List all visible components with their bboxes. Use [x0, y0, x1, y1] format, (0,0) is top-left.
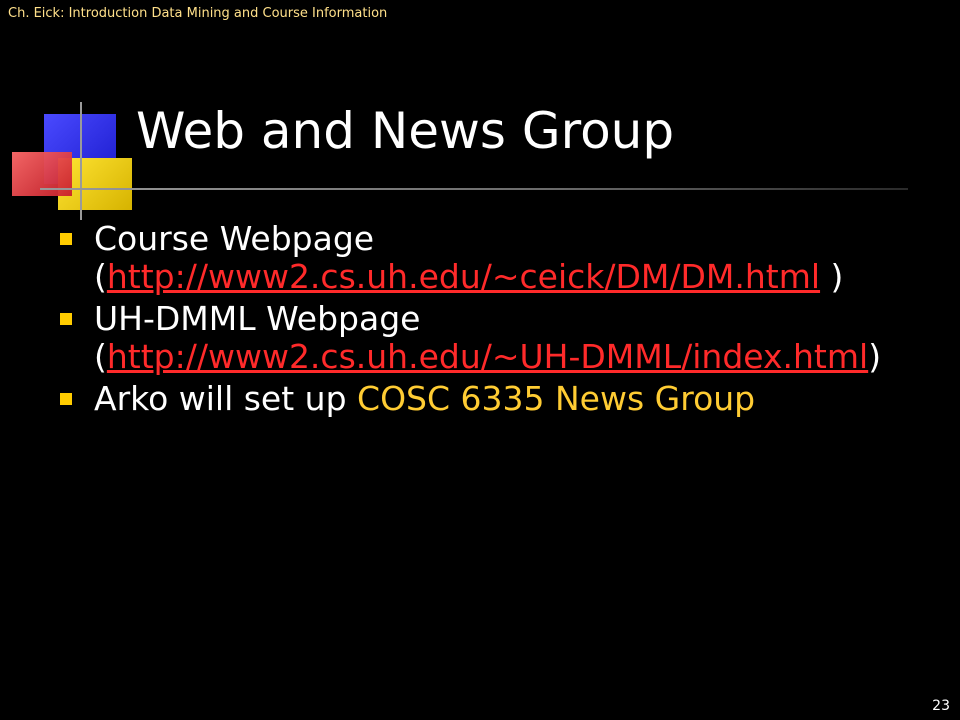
vertical-divider [80, 102, 82, 220]
slide-title: Web and News Group [136, 102, 675, 160]
square-bullet-icon [60, 393, 72, 405]
paren-open: ( [94, 257, 107, 296]
bullet-news-group: Arko will set up COSC 6335 News Group [58, 380, 938, 418]
dmml-webpage-link[interactable]: http://www2.cs.uh.edu/~UH-DMML/index.htm… [107, 337, 868, 376]
square-bullet-icon [60, 233, 72, 245]
paren-open: ( [94, 337, 107, 376]
title-underline [40, 188, 908, 190]
bullet-dmml-webpage: UH-DMML Webpage (http://www2.cs.uh.edu/~… [58, 300, 938, 376]
bullet-course-webpage: Course Webpage (http://www2.cs.uh.edu/~c… [58, 220, 938, 296]
bullet-label: UH-DMML Webpage [94, 299, 421, 338]
bullet-list: Course Webpage (http://www2.cs.uh.edu/~c… [58, 220, 938, 422]
slide-header: Ch. Eick: Introduction Data Mining and C… [8, 6, 388, 21]
page-number: 23 [932, 698, 950, 714]
red-square [12, 152, 72, 196]
paren-close: ) [868, 337, 882, 376]
course-webpage-link[interactable]: http://www2.cs.uh.edu/~ceick/DM/DM.html [107, 257, 820, 296]
square-bullet-icon [60, 313, 72, 325]
news-group-highlight: COSC 6335 News Group [357, 379, 756, 418]
bullet-label: Course Webpage [94, 219, 375, 258]
bullet-text: Arko will set up [94, 379, 358, 418]
paren-close: ) [820, 257, 844, 296]
yellow-square [58, 158, 132, 210]
blue-square [44, 114, 116, 184]
